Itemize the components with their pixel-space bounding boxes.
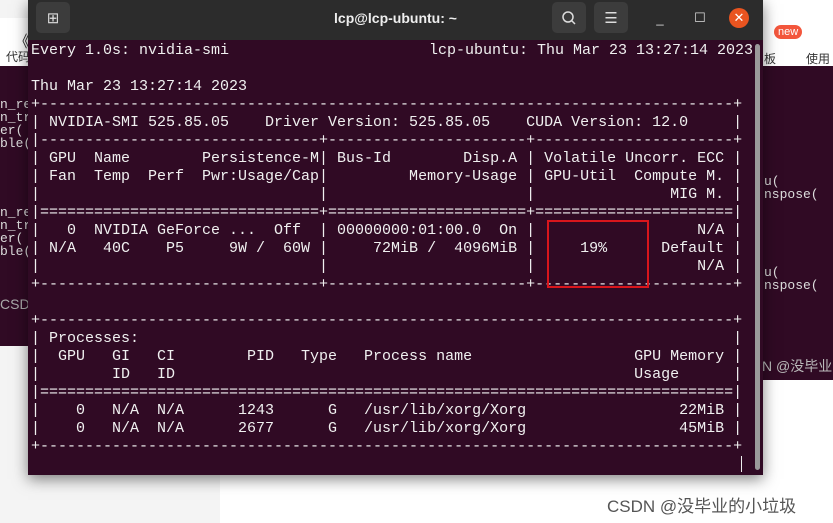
background-left-tab: 代码	[6, 50, 31, 64]
background-code: u( nspose(	[764, 174, 819, 202]
title-bar: ⊞ lcp@lcp-ubuntu: ~ ☰ _ ☐ ✕	[28, 0, 763, 40]
close-button[interactable]: ✕	[729, 8, 749, 28]
background-right-editor	[760, 66, 833, 380]
terminal-line: | Processes: |	[31, 330, 743, 347]
terminal-line: | 0 N/A N/A 2677 G /usr/lib/xorg/Xorg 45…	[31, 420, 743, 437]
background-fragment: CSD	[0, 296, 30, 312]
background-fragment: N @没毕业	[762, 358, 833, 374]
scrollbar[interactable]	[755, 44, 760, 470]
background-code: n_re n_tr er( ble(	[0, 205, 32, 259]
maximize-icon: ☐	[694, 10, 706, 25]
terminal-line: |-------------------------------+-------…	[31, 132, 743, 149]
terminal-line: | | | MIG M. |	[31, 186, 743, 203]
terminal-line: | ID ID Usage |	[31, 366, 743, 383]
terminal-line: | GPU Name Persistence-M| Bus-Id Disp.A …	[31, 150, 743, 167]
background-right-tab: 使用	[806, 52, 831, 66]
terminal-line: +---------------------------------------…	[31, 438, 743, 455]
terminal-line: +---------------------------------------…	[31, 96, 743, 113]
minimize-button[interactable]: _	[650, 8, 670, 28]
menu-button[interactable]: ☰	[594, 2, 628, 33]
search-button[interactable]	[552, 2, 586, 33]
text-cursor	[741, 456, 742, 472]
new-badge: new	[774, 25, 803, 39]
terminal-line: Thu Mar 23 13:27:14 2023	[31, 78, 248, 95]
terminal-line: | Fan Temp Perf Pwr:Usage/Cap| Memory-Us…	[31, 168, 743, 185]
background-code: n_re n_tr er( ble(	[0, 97, 32, 151]
terminal-line: | NVIDIA-SMI 525.85.05 Driver Version: 5…	[31, 114, 743, 131]
close-icon: ✕	[733, 10, 745, 25]
terminal-window: ⊞ lcp@lcp-ubuntu: ~ ☰ _ ☐ ✕ Every 1.0s: …	[28, 0, 763, 475]
minimize-icon: _	[656, 10, 664, 26]
terminal-line: +---------------------------------------…	[31, 312, 743, 329]
terminal-line: | GPU GI CI PID Type Process name GPU Me…	[31, 348, 743, 365]
terminal-line: |=======================================…	[31, 384, 743, 401]
hamburger-menu-icon: ☰	[604, 9, 618, 27]
background-code: u( nspose(	[764, 265, 819, 293]
maximize-button[interactable]: ☐	[690, 8, 710, 28]
background-right-tab: 板	[764, 52, 777, 66]
terminal-line: | 0 N/A N/A 1243 G /usr/lib/xorg/Xorg 22…	[31, 402, 743, 419]
watch-header: Every 1.0s: nvidia-smi lcp-ubuntu: Thu M…	[31, 42, 753, 60]
watch-command: Every 1.0s: nvidia-smi	[31, 42, 230, 59]
gpu-util-highlight-box	[547, 220, 649, 288]
search-icon	[562, 10, 576, 25]
watch-host-time: lcp-ubuntu: Thu Mar 23 13:27:14 2023	[428, 42, 753, 59]
watermark: CSDN @没毕业的小垃圾	[607, 497, 797, 516]
